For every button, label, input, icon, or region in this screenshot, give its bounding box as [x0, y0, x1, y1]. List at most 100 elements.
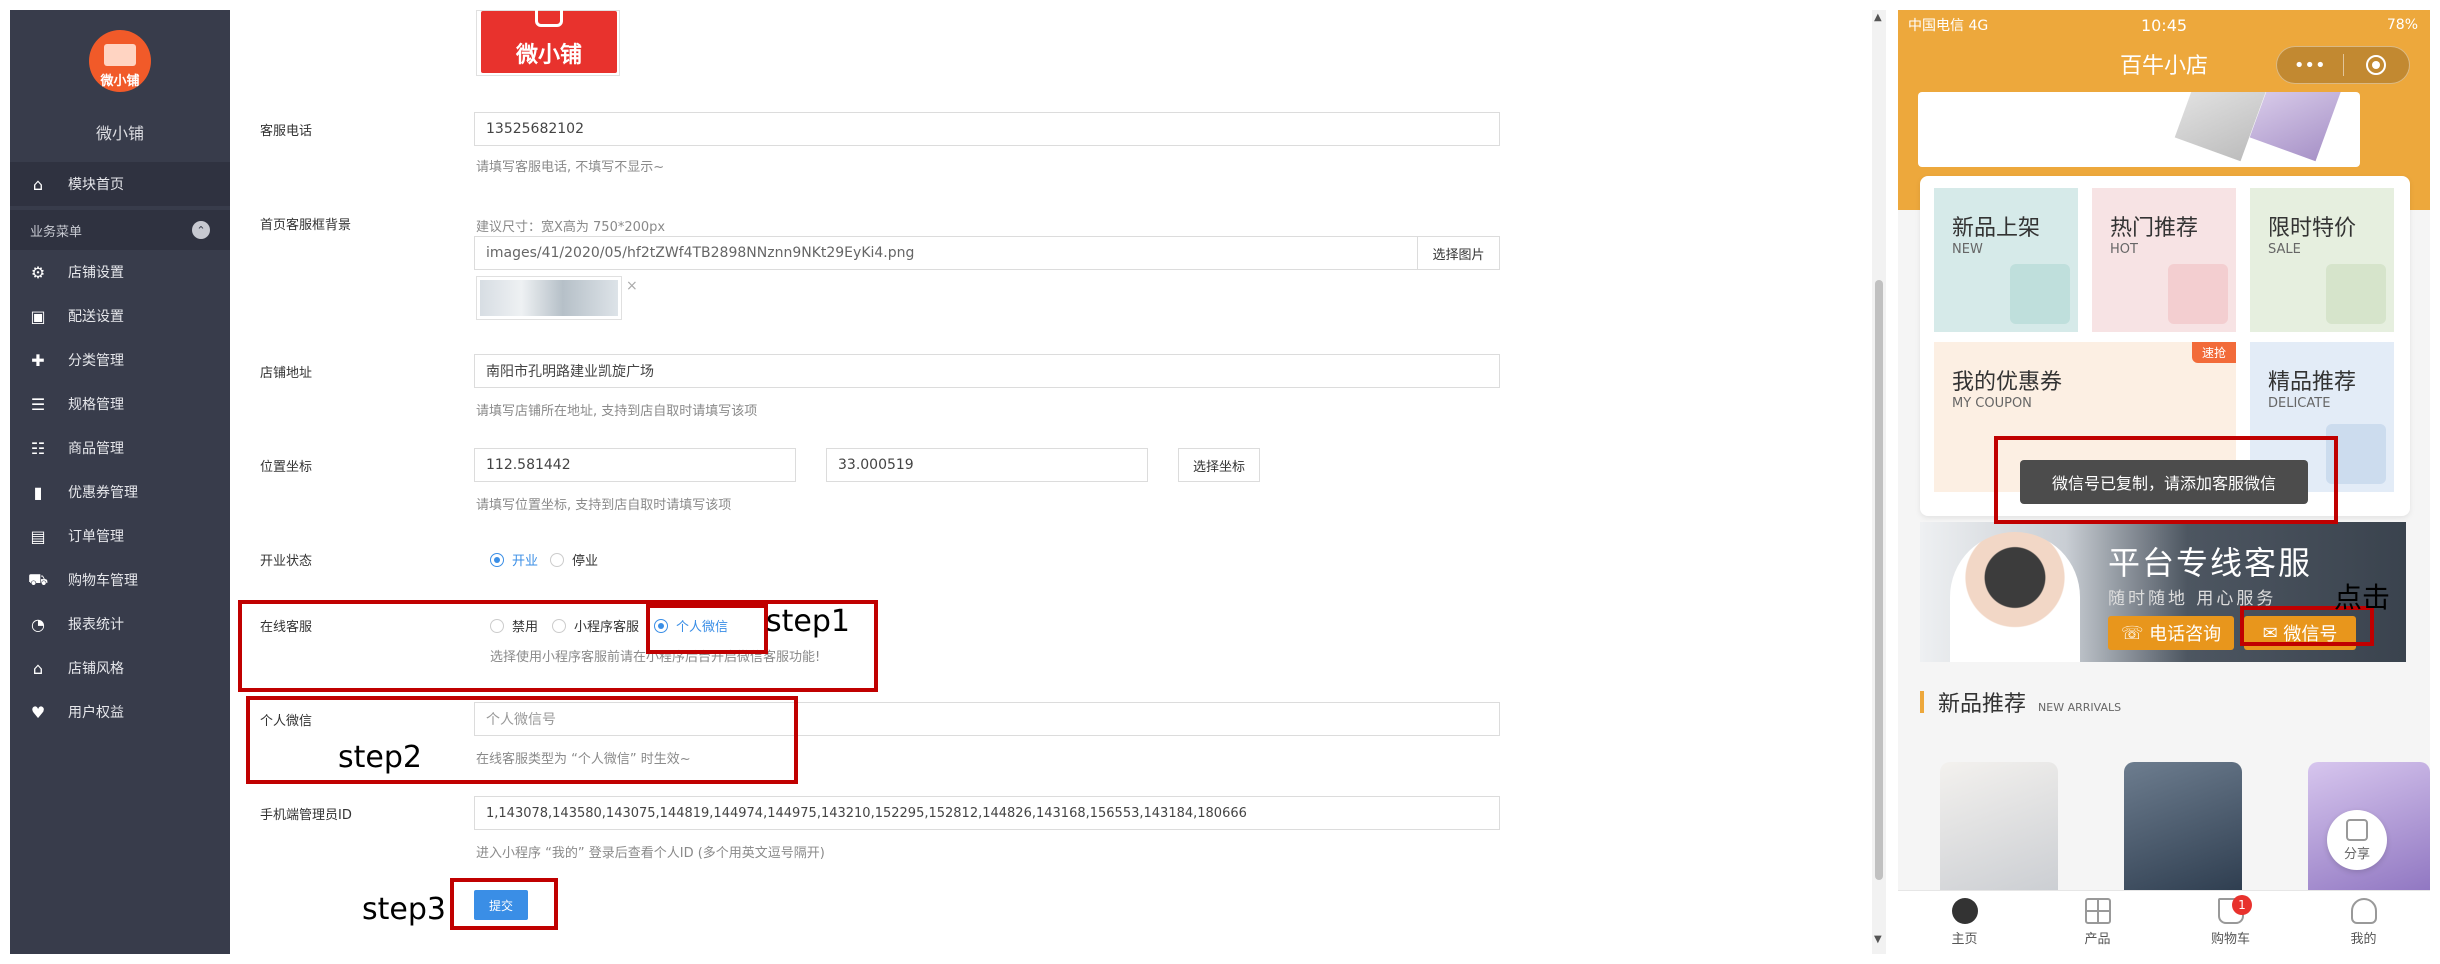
logo-preview-inner: 微小铺 — [481, 0, 617, 73]
sidebar-item-rights[interactable]: ♥ 用户权益 — [10, 690, 230, 734]
remove-image-icon[interactable]: × — [626, 278, 638, 294]
gear-icon: ⚙ — [30, 262, 46, 282]
home-icon — [1951, 898, 1978, 924]
status-open-radio[interactable]: 开业 — [490, 550, 538, 569]
sidebar-item-label: 报表统计 — [68, 617, 124, 633]
sidebar-item-style[interactable]: ⌂ 店铺风格 — [10, 646, 230, 690]
latitude-input[interactable]: 33.000519 — [826, 448, 1148, 482]
bg-size-hint: 建议尺寸：宽X高为 750*200px — [476, 220, 666, 235]
address-input[interactable]: 南阳市孔明路建业凯旋广场 — [474, 354, 1500, 388]
category-sub: SALE — [2268, 242, 2301, 257]
phone-label: 客服电话 — [260, 124, 313, 139]
phone-icon: ☏ — [2120, 622, 2150, 644]
step3-label: step3 — [362, 892, 446, 927]
sidebar-item-label: 店铺设置 — [68, 265, 124, 281]
bag-icon — [535, 0, 563, 27]
section-subtitle: NEW ARRIVALS — [2038, 701, 2122, 714]
bg-label: 首页客服框背景 — [260, 218, 352, 233]
sidebar-item-shop-settings[interactable]: ⚙ 店铺设置 — [10, 250, 230, 294]
order-icon: ▤ — [30, 526, 46, 546]
close-miniprogram-icon[interactable] — [2344, 55, 2410, 75]
sidebar-item-module-home[interactable]: ⌂ 模块首页 — [10, 162, 230, 206]
chart-icon: ◔ — [31, 614, 45, 634]
banner-image[interactable] — [1918, 92, 2360, 167]
tab-bar: 主页 产品 1 购物车 我的 — [1898, 890, 2430, 954]
bg-path-input[interactable]: images/41/2020/05/hf2tZWf4TB2898NNznn9NK… — [474, 236, 1418, 270]
step2-highlight-box — [246, 696, 798, 784]
screenshot-root: 微小铺 微小铺 ⌂ 模块首页 业务菜单 ⌃ ⚙ 店铺设置 ▣ 配送设置 ✚ 分类… — [0, 0, 2440, 964]
cart-count-badge: 1 — [2232, 895, 2252, 915]
category-sub: HOT — [2110, 242, 2138, 257]
category-title: 热门推荐 — [2110, 216, 2199, 241]
sidebar-item-delivery-settings[interactable]: ▣ 配送设置 — [10, 294, 230, 338]
category-new[interactable]: 新品上架 NEW — [1934, 188, 2078, 332]
service-agent-image — [1950, 532, 2080, 662]
banner-phone-purple — [2249, 92, 2347, 162]
shop-name: 微小铺 — [95, 124, 144, 143]
category-sub: NEW — [1952, 242, 1983, 257]
coupon-icon: ▮ — [33, 482, 43, 502]
share-button[interactable]: 分享 — [2327, 810, 2387, 870]
sidebar-section-business[interactable]: 业务菜单 ⌃ — [10, 210, 230, 250]
sidebar-item-spec[interactable]: ☰ 规格管理 — [10, 382, 230, 426]
sidebar-item-label: 订单管理 — [68, 529, 124, 545]
step3-highlight-box — [450, 878, 558, 930]
tag-icon — [2010, 264, 2070, 324]
sidebar-item-label: 商品管理 — [68, 441, 124, 457]
status-closed-radio[interactable]: 停业 — [550, 550, 598, 569]
scroll-up-arrow-icon[interactable]: ▲ — [1874, 12, 1882, 23]
phone-consult-button[interactable]: ☏ 电话咨询 — [2108, 616, 2234, 650]
category-hot[interactable]: 热门推荐 HOT — [2092, 188, 2236, 332]
product-card[interactable] — [1940, 762, 2058, 902]
category-sale[interactable]: 限时特价 SALE — [2250, 188, 2394, 332]
phone-input[interactable]: 13525682102 — [474, 112, 1500, 146]
heart-icon: ♥ — [30, 702, 46, 722]
scroll-down-arrow-icon[interactable]: ▼ — [1874, 934, 1882, 945]
category-title: 新品上架 — [1952, 216, 2041, 241]
spec-icon: ☰ — [30, 394, 46, 414]
delivery-icon: ▣ — [30, 306, 46, 326]
longitude-input[interactable]: 112.581442 — [474, 448, 796, 482]
tab-label: 我的 — [2350, 932, 2377, 947]
radio-label: 开业 — [512, 554, 539, 569]
click-label: 点击 — [2334, 581, 2391, 614]
sidebar-item-label: 规格管理 — [68, 397, 124, 413]
sidebar-item-order[interactable]: ▤ 订单管理 — [10, 514, 230, 558]
logo-text: 微小铺 — [100, 74, 140, 89]
radio-dot — [550, 552, 564, 567]
sidebar-item-cart[interactable]: ⛟ 购物车管理 — [10, 558, 230, 602]
sidebar-item-category[interactable]: ✚ 分类管理 — [10, 338, 230, 382]
service-title: 平台专线客服 — [2108, 544, 2313, 582]
choose-coord-button[interactable]: 选择坐标 — [1178, 448, 1260, 482]
product-card[interactable] — [2124, 762, 2242, 902]
sidebar: 微小铺 微小铺 ⌂ 模块首页 业务菜单 ⌃ ⚙ 店铺设置 ▣ 配送设置 ✚ 分类… — [10, 10, 230, 954]
mini-program-capsule[interactable]: ••• — [2276, 46, 2410, 84]
choose-image-button[interactable]: 选择图片 — [1417, 236, 1500, 270]
category-title: 限时特价 — [2268, 216, 2357, 241]
phone-consult-label: 电话咨询 — [2149, 624, 2222, 645]
tab-home[interactable]: 主页 — [1898, 891, 2031, 954]
page-scrollbar-thumb[interactable] — [1875, 280, 1883, 880]
tab-cart[interactable]: 1 购物车 — [2164, 891, 2297, 954]
tab-mine[interactable]: 我的 — [2297, 891, 2430, 954]
sidebar-item-goods[interactable]: ☷ 商品管理 — [10, 426, 230, 470]
style-icon: ⌂ — [32, 658, 44, 678]
bg-thumbnail — [476, 276, 622, 320]
battery-text: 78% — [2386, 17, 2418, 33]
admin-id-hint: 进入小程序 “我的” 登录后查看个人ID (多个用英文逗号隔开) — [476, 846, 825, 861]
sidebar-item-label: 店铺风格 — [68, 661, 124, 677]
admin-id-input[interactable]: 1,143078,143580,143075,144819,144974,144… — [474, 796, 1500, 830]
coord-label: 位置坐标 — [260, 460, 313, 475]
more-icon[interactable]: ••• — [2277, 55, 2343, 76]
sidebar-item-report[interactable]: ◔ 报表统计 — [10, 602, 230, 646]
sidebar-item-label: 用户权益 — [68, 705, 124, 721]
section-title: 新品推荐 — [1938, 692, 2027, 717]
sidebar-item-coupon[interactable]: ▮ 优惠券管理 — [10, 470, 230, 514]
collapse-icon[interactable]: ⌃ — [192, 221, 210, 239]
tab-products[interactable]: 产品 — [2031, 891, 2164, 954]
logo-cart-shape — [104, 44, 136, 66]
status-label: 开业状态 — [260, 554, 313, 569]
tab-label: 主页 — [1951, 932, 1978, 947]
status-bar: 中国电信 4G 10:45 78% — [1898, 10, 2430, 40]
sidebar-section-label: 业务菜单 — [30, 224, 83, 240]
